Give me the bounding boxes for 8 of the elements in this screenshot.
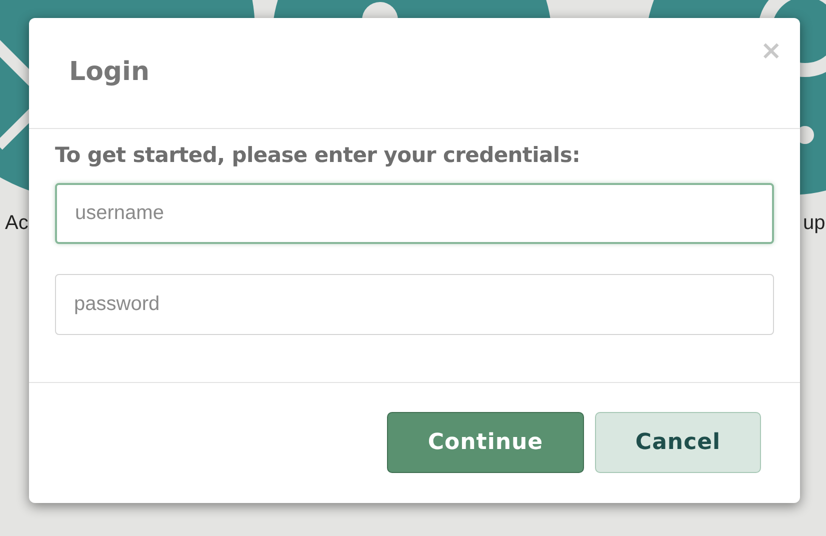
cancel-button[interactable]: Cancel: [595, 412, 761, 473]
dialog-title: Login: [69, 57, 150, 87]
prompt-text: To get started, please enter your credentials:: [55, 143, 582, 167]
tile-label: up: [803, 212, 826, 235]
input-field[interactable]: password: [55, 274, 774, 335]
tile-label: Ac: [5, 212, 28, 235]
continue-button[interactable]: Continue: [387, 412, 584, 473]
input-field[interactable]: username: [55, 183, 774, 244]
